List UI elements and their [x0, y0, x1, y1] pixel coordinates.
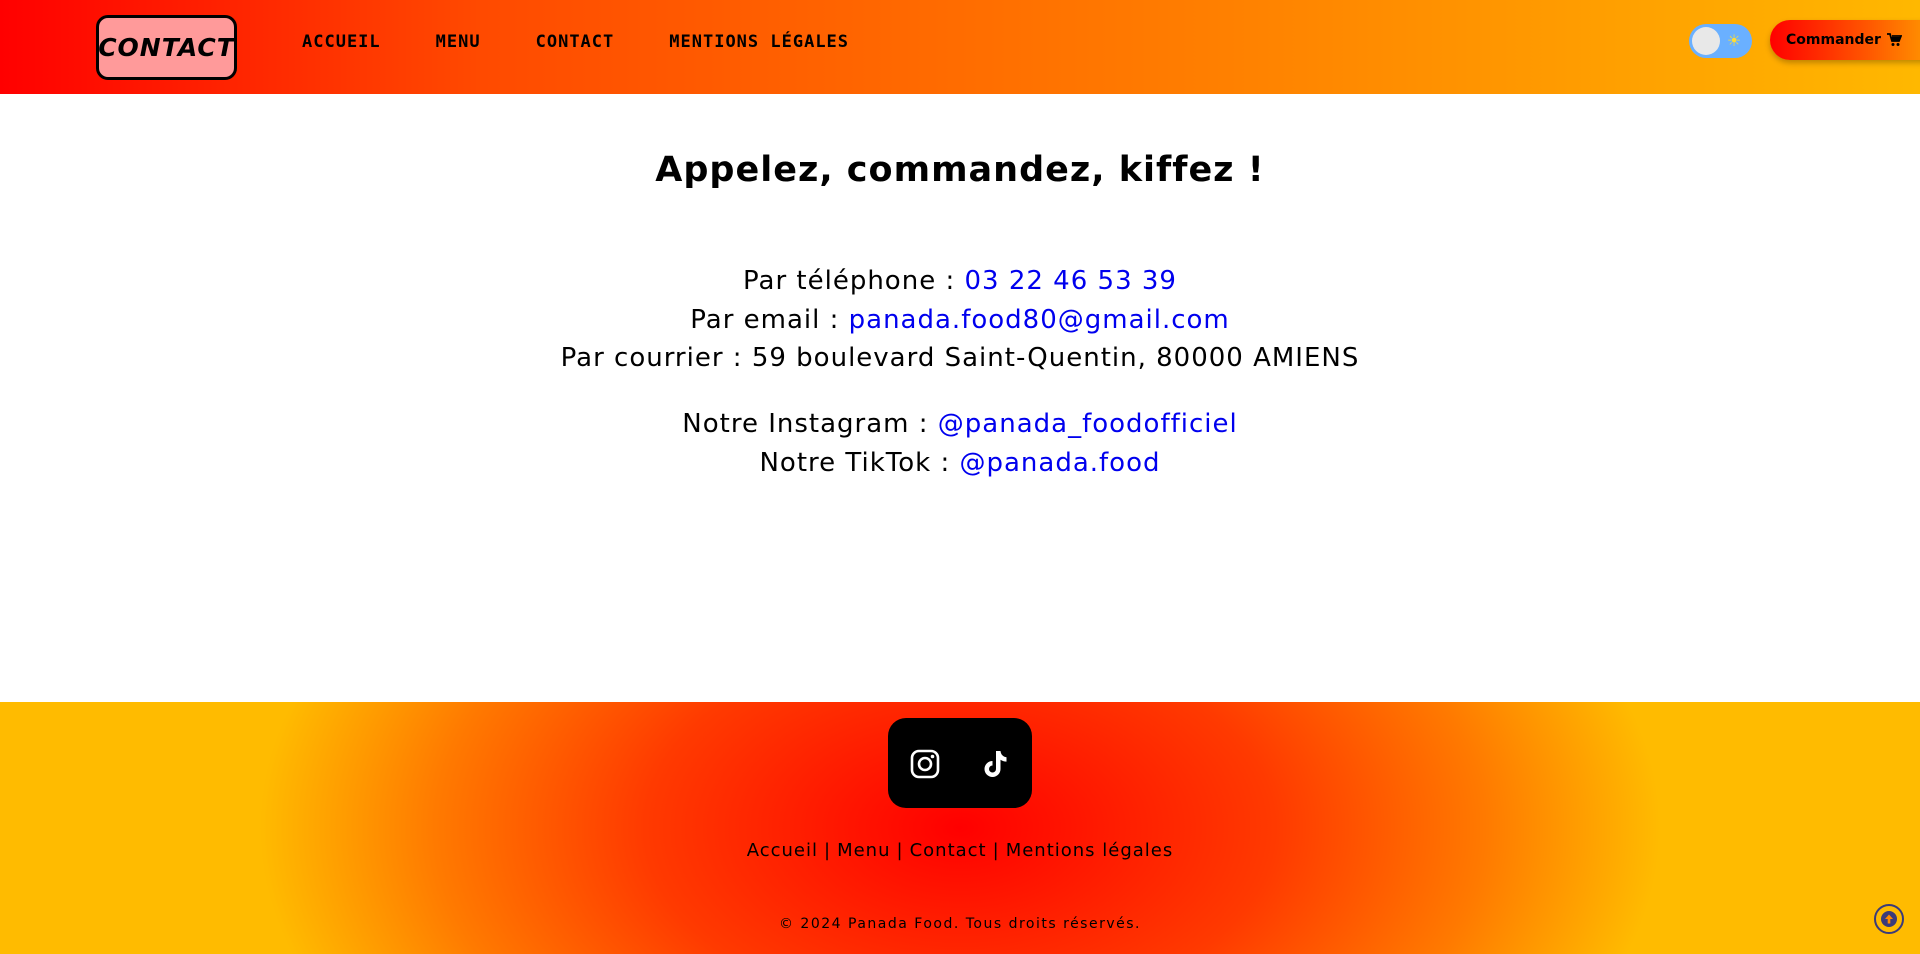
- footer-separator: |: [824, 840, 832, 861]
- footer-link-mentions-legales[interactable]: Mentions légales: [1006, 840, 1174, 861]
- cart-icon: [1886, 33, 1902, 46]
- logo[interactable]: CONTACT: [96, 15, 237, 80]
- instagram-line: Notre Instagram : @panada_foodofficiel: [0, 405, 1920, 444]
- nav-item-menu[interactable]: MENU: [436, 30, 481, 54]
- tiktok-label: Notre TikTok :: [759, 447, 960, 478]
- instagram-link[interactable]: @panada_foodofficiel: [938, 409, 1238, 439]
- order-button[interactable]: Commander: [1770, 20, 1920, 60]
- tiktok-line: Notre TikTok : @panada.food: [0, 444, 1920, 483]
- instagram-label: Notre Instagram :: [682, 409, 938, 439]
- page-title: Appelez, commandez, kiffez !: [655, 150, 1265, 190]
- mail-label: Par courrier :: [560, 343, 752, 373]
- contact-info: Par téléphone : 03 22 46 53 39 Par email…: [0, 262, 1920, 378]
- order-button-label: Commander: [1786, 32, 1881, 48]
- email-line: Par email : panada.food80@gmail.com: [0, 301, 1920, 340]
- social-icons-box: [888, 718, 1032, 808]
- sun-icon: ☀: [1726, 31, 1742, 50]
- nav-item-contact[interactable]: CONTACT: [536, 30, 615, 54]
- social-info: Notre Instagram : @panada_foodofficiel N…: [0, 405, 1920, 482]
- phone-line: Par téléphone : 03 22 46 53 39: [0, 262, 1920, 301]
- logo-text: CONTACT: [98, 33, 235, 62]
- tiktok-icon[interactable]: [979, 748, 1011, 780]
- toggle-knob: [1692, 27, 1720, 55]
- nav-item-mentions-legales[interactable]: MENTIONS LÉGALES: [669, 30, 849, 54]
- footer-link-contact[interactable]: Contact: [910, 840, 987, 861]
- tiktok-link[interactable]: @panada.food: [959, 448, 1160, 478]
- site-footer: Accueil | Menu | Contact | Mentions légales © …: [0, 702, 1920, 954]
- nav-item-accueil[interactable]: ACCUEIL: [302, 30, 381, 54]
- phone-label: Par téléphone :: [743, 266, 965, 296]
- phone-link[interactable]: 03 22 46 53 39: [964, 266, 1176, 296]
- footer-separator: |: [896, 840, 904, 861]
- arrow-up-icon: [1881, 911, 1897, 927]
- footer-link-menu[interactable]: Menu: [837, 840, 890, 861]
- site-header: CONTACT ACCUEIL MENU CONTACT MENTIONS LÉ…: [0, 0, 1920, 94]
- main-nav: ACCUEIL MENU CONTACT MENTIONS LÉGALES: [302, 30, 904, 54]
- scroll-to-top-button[interactable]: [1874, 904, 1904, 934]
- mail-address: 59 boulevard Saint-Quentin, 80000 AMIENS: [751, 343, 1360, 373]
- footer-links: Accueil | Menu | Contact | Mentions légales: [0, 840, 1920, 861]
- mail-line: Par courrier : 59 boulevard Saint-Quenti…: [0, 339, 1920, 378]
- theme-toggle[interactable]: ☀: [1689, 24, 1752, 58]
- email-link[interactable]: panada.food80@gmail.com: [849, 305, 1230, 335]
- email-label: Par email :: [690, 304, 849, 335]
- instagram-icon[interactable]: [909, 748, 941, 780]
- copyright: © 2024 Panada Food. Tous droits réservés…: [778, 916, 1141, 932]
- footer-separator: |: [992, 840, 1000, 861]
- footer-link-accueil[interactable]: Accueil: [747, 840, 818, 861]
